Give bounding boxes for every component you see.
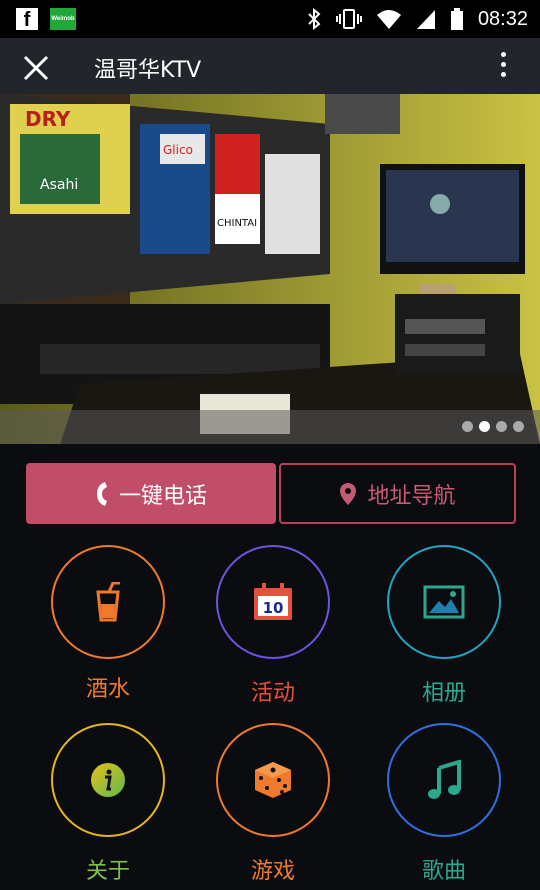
page-title: 温哥华KTV [94, 58, 202, 83]
tile-ring [51, 723, 165, 837]
tile-ring [387, 545, 501, 659]
navigation-button[interactable]: 地址导航 [279, 463, 516, 524]
tile-album[interactable]: 相册 [384, 545, 504, 707]
tile-ring [51, 545, 165, 659]
tile-games[interactable]: 游戏 [213, 723, 333, 885]
tile-label: 活动 [250, 681, 295, 706]
poster-text: Asahi [40, 177, 78, 193]
tile-label: 游戏 [250, 859, 295, 884]
more-vertical-icon[interactable] [500, 52, 508, 84]
carousel-dot[interactable] [496, 421, 507, 432]
bluetooth-icon [308, 7, 321, 31]
carousel-indicator-bar [0, 410, 540, 444]
vibrate-icon [335, 9, 362, 29]
signal-icon [416, 10, 435, 29]
drink-icon [96, 582, 120, 622]
poster-text: Glico [163, 143, 193, 157]
calendar-day: 10 [263, 599, 284, 617]
image-icon [423, 585, 465, 619]
tile-ring [216, 723, 330, 837]
banner-photo: DRY Asahi Glico CHINTAI [0, 94, 540, 444]
close-icon[interactable] [22, 54, 50, 82]
status-bar: f Weimob 08:32 [0, 0, 540, 38]
clock: 08:32 [477, 7, 528, 30]
call-button-label: 一键电话 [118, 483, 207, 509]
tile-label: 相册 [421, 681, 466, 706]
tile-label: 酒水 [85, 677, 130, 702]
call-button[interactable]: 一键电话 [26, 463, 276, 524]
tile-about[interactable]: 关于 [48, 723, 168, 885]
tile-drinks[interactable]: 酒水 [48, 545, 168, 703]
tile-events[interactable]: 10 活动 [213, 545, 333, 707]
carousel-dot-active[interactable] [479, 421, 490, 432]
title-bar: 温哥华KTV [0, 38, 540, 94]
info-icon [91, 763, 125, 797]
navigation-button-label: 地址导航 [367, 483, 456, 509]
carousel-dot[interactable] [462, 421, 473, 432]
music-icon [428, 760, 461, 799]
carousel-dot[interactable] [513, 421, 524, 432]
wifi-icon [376, 10, 401, 29]
map-pin-icon [340, 482, 357, 505]
phone-icon [96, 481, 107, 506]
poster-text: DRY [25, 107, 71, 131]
image-carousel[interactable]: DRY Asahi Glico CHINTAI [0, 94, 540, 444]
dice-icon [255, 762, 291, 798]
tile-songs[interactable]: 歌曲 [384, 723, 504, 885]
calendar-icon: 10 [254, 583, 292, 620]
tile-label: 歌曲 [421, 859, 466, 884]
battery-icon [450, 8, 463, 30]
tile-label: 关于 [85, 859, 130, 884]
facebook-icon: f [16, 8, 38, 31]
poster-text: CHINTAI [217, 218, 257, 229]
tile-ring: 10 [216, 545, 330, 659]
tile-ring [387, 723, 501, 837]
weimob-icon: Weimob [50, 8, 76, 30]
